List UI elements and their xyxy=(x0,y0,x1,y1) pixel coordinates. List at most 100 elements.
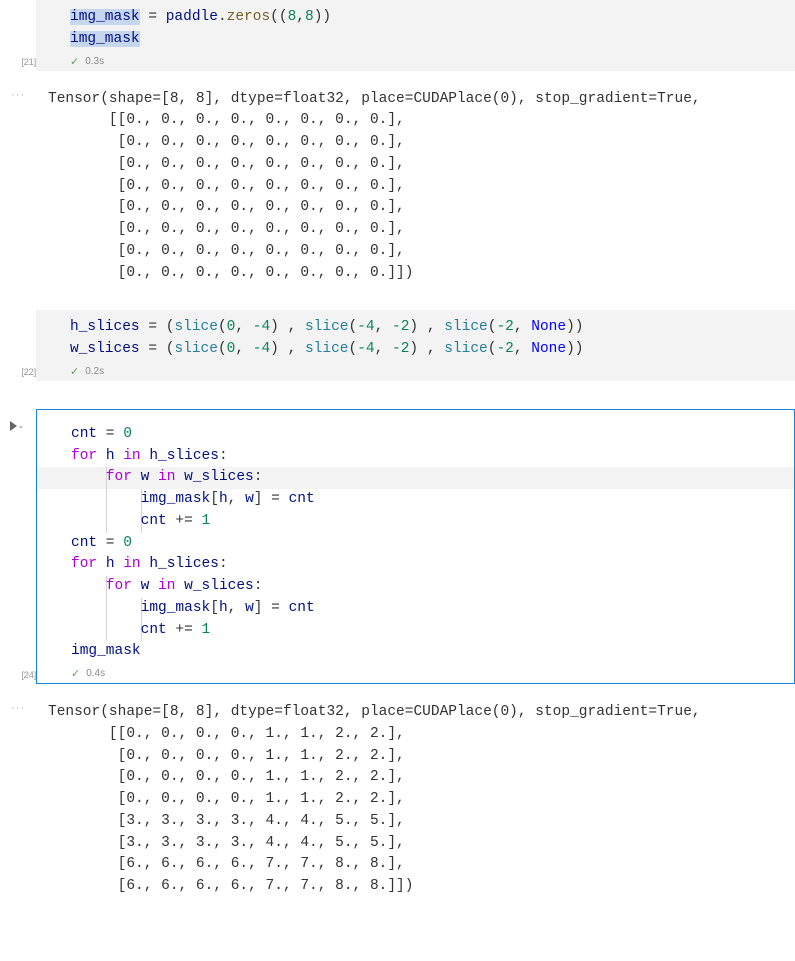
code-token: -2 xyxy=(392,319,409,335)
code-token: : xyxy=(219,448,228,464)
code-token: None xyxy=(531,319,566,335)
code-token: paddle xyxy=(166,9,218,25)
code-editor[interactable]: cnt = 0 for h in h_slices: for w in w_sl… xyxy=(37,410,794,665)
code-token: = ( xyxy=(140,341,175,357)
code-token: 0 xyxy=(123,535,132,551)
code-token: -4 xyxy=(253,319,270,335)
code-token: cnt xyxy=(289,491,315,507)
output-line: Tensor(shape=[8, 8], dtype=float32, plac… xyxy=(48,704,701,720)
output-block: ··· Tensor(shape=[8, 8], dtype=float32, … xyxy=(0,692,795,908)
more-icon[interactable]: ··· xyxy=(0,89,36,101)
status-bar: ✓ 0.4s xyxy=(37,665,794,683)
output-line: [0., 0., 0., 0., 1., 1., 2., 2.], xyxy=(48,791,405,807)
code-token: img_mask xyxy=(141,491,211,507)
play-icon xyxy=(10,421,17,431)
output-line: [0., 0., 0., 0., 0., 0., 0., 0.]]) xyxy=(48,265,413,281)
output-line: [3., 3., 3., 3., 4., 4., 5., 5.], xyxy=(48,835,405,851)
code-token: , xyxy=(235,319,252,335)
code-token: ) , xyxy=(409,319,444,335)
code-token: slice xyxy=(174,341,218,357)
code-token: : xyxy=(254,578,263,594)
code-token: ) , xyxy=(270,319,305,335)
code-token: , xyxy=(296,9,305,25)
code-token: = xyxy=(262,600,288,616)
exec-count: [21] xyxy=(0,57,36,68)
code-token: w xyxy=(245,491,254,507)
code-token: , xyxy=(375,319,392,335)
code-token: cnt xyxy=(141,513,167,529)
code-token: -2 xyxy=(496,319,513,335)
code-token: )) xyxy=(314,9,331,25)
code-token: ( xyxy=(349,341,358,357)
output-line: [[0., 0., 0., 0., 0., 0., 0., 0.], xyxy=(48,112,405,128)
code-token: : xyxy=(219,556,228,572)
code-token: slice xyxy=(444,319,488,335)
code-token: img_mask xyxy=(70,9,140,25)
code-editor[interactable]: h_slices = (slice(0, -4) , slice(-4, -2)… xyxy=(36,310,795,363)
code-token: , xyxy=(375,341,392,357)
output-line: [0., 0., 0., 0., 0., 0., 0., 0.], xyxy=(48,199,405,215)
notebook-cell-active: ⌄ cnt = 0 for h in h_slices: for w in w_… xyxy=(0,409,795,684)
code-token: w xyxy=(245,600,254,616)
code-token: in xyxy=(123,448,140,464)
code-token: cnt xyxy=(71,426,97,442)
cell-output: Tensor(shape=[8, 8], dtype=float32, plac… xyxy=(36,692,795,908)
code-token: w xyxy=(141,469,150,485)
code-token: for xyxy=(71,448,97,464)
code-token: , xyxy=(514,319,531,335)
code-token: cnt xyxy=(71,535,97,551)
code-token: w_slices xyxy=(70,341,140,357)
code-token: in xyxy=(123,556,140,572)
exec-time: 0.4s xyxy=(86,668,105,679)
code-editor[interactable]: img_mask = paddle.zeros((8,8)) img_mask xyxy=(36,0,795,53)
status-bar: ✓ 0.2s xyxy=(36,363,795,381)
code-token: -2 xyxy=(496,341,513,357)
code-token: )) xyxy=(566,341,583,357)
code-token: , xyxy=(235,341,252,357)
code-token: cnt xyxy=(141,622,167,638)
chevron-down-icon: ⌄ xyxy=(18,421,25,430)
code-token: w_slices xyxy=(184,578,254,594)
exec-time: 0.2s xyxy=(85,366,104,377)
code-token: [ xyxy=(210,600,219,616)
code-token: = xyxy=(262,491,288,507)
code-token: ( xyxy=(218,341,227,357)
exec-count: [22] xyxy=(0,367,36,378)
code-token: -4 xyxy=(357,319,374,335)
code-token: for xyxy=(106,469,132,485)
code-token: w_slices xyxy=(184,469,254,485)
code-token: img_mask xyxy=(141,600,211,616)
code-token: 0 xyxy=(123,426,132,442)
code-token: img_mask xyxy=(71,643,141,659)
check-icon: ✓ xyxy=(70,365,79,378)
code-token: += xyxy=(167,513,202,529)
run-cell-button[interactable]: ⌄ xyxy=(4,415,30,437)
code-token: , xyxy=(228,491,245,507)
notebook-cell: h_slices = (slice(0, -4) , slice(-4, -2)… xyxy=(0,310,795,381)
code-token: , xyxy=(228,600,245,616)
code-token: h_slices xyxy=(70,319,140,335)
code-token: -4 xyxy=(357,341,374,357)
cell-body: img_mask = paddle.zeros((8,8)) img_mask … xyxy=(36,0,795,71)
output-line: [6., 6., 6., 6., 7., 7., 8., 8.]]) xyxy=(48,878,413,894)
more-icon[interactable]: ··· xyxy=(0,702,36,714)
code-token: h xyxy=(106,556,115,572)
code-token: None xyxy=(531,341,566,357)
cell-body: h_slices = (slice(0, -4) , slice(-4, -2)… xyxy=(36,310,795,381)
code-token: = xyxy=(97,426,123,442)
code-token: h xyxy=(219,600,228,616)
code-token: ( xyxy=(349,319,358,335)
code-token: w xyxy=(141,578,150,594)
code-token: )) xyxy=(566,319,583,335)
code-token: slice xyxy=(174,319,218,335)
code-token: zeros xyxy=(227,9,271,25)
code-token: = xyxy=(97,535,123,551)
code-token: : xyxy=(254,469,263,485)
output-line: [[0., 0., 0., 0., 1., 1., 2., 2.], xyxy=(48,726,405,742)
output-line: [6., 6., 6., 6., 7., 7., 8., 8.], xyxy=(48,856,405,872)
code-token: -4 xyxy=(253,341,270,357)
code-token: slice xyxy=(305,341,349,357)
code-token: slice xyxy=(305,319,349,335)
code-token: img_mask xyxy=(70,31,140,47)
code-token: = xyxy=(140,9,166,25)
